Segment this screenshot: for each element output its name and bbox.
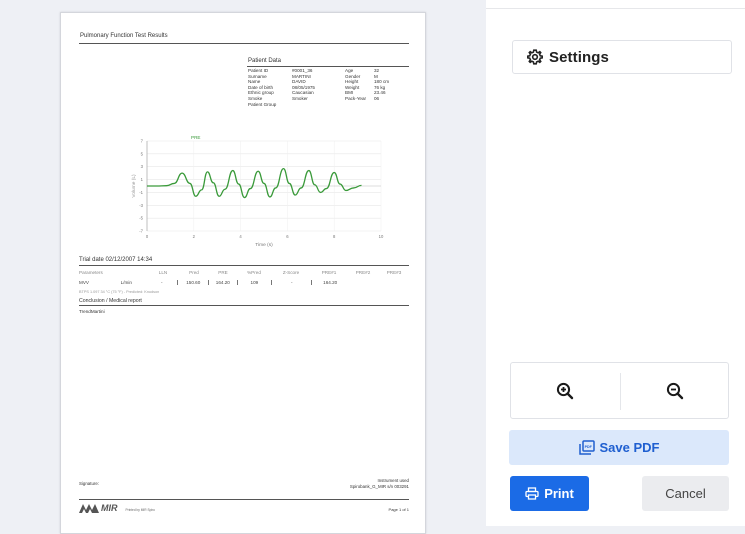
x-tick-label: 10 <box>379 234 384 239</box>
x-tick-label: 4 <box>239 234 242 239</box>
signature-label: Signature: <box>79 481 100 486</box>
patient-field-label: Patient Group <box>248 101 277 107</box>
parameters-row: MVV L/min -150.60 164.20 109-164.20 <box>79 277 409 287</box>
legend-label: PRE <box>191 135 200 140</box>
save-pdf-label: Save PDF <box>599 440 660 455</box>
column-header: PRE#1 <box>321 269 337 275</box>
svg-text:PDF: PDF <box>584 445 592 449</box>
column-header: Z-Score <box>282 269 300 275</box>
patient-data-heading: Patient Data <box>248 58 282 64</box>
column-header: PRE#3 <box>386 269 402 275</box>
report-page: Pulmonary Function Test Results Patient … <box>60 12 426 534</box>
instrument-value: Spirobank_G_MIR s/n 003291 <box>349 484 409 489</box>
mir-logo-mark <box>79 504 99 513</box>
column-header: LLN <box>158 269 168 275</box>
zoom-in-icon <box>556 382 574 399</box>
btps-note: BTPS 1.097 34 °C (75 °F) - Predicted: Kn… <box>79 290 160 294</box>
cancel-label: Cancel <box>665 486 706 501</box>
table-cell: 164.20 <box>311 279 347 285</box>
table-cell: 109 <box>236 279 271 285</box>
instrument-info: Instrument used Spirobank_G_MIR s/n 0032… <box>350 478 409 490</box>
table-cell: - <box>271 279 311 285</box>
y-tick-label: 1 <box>141 177 144 182</box>
side-panel-top-border <box>486 8 745 9</box>
column-header: PRE#2 <box>355 269 371 275</box>
settings-label: Settings <box>549 48 609 66</box>
y-tick-label: -5 <box>139 216 143 221</box>
volume-time-chart: 7 5 3 1 -1 -3 -5 -70 2 4 6 8 10 Time (s) Volume (L) PRE <box>131 135 384 248</box>
patient-data-row: Patient Group <box>248 102 398 108</box>
conclusion-divider <box>79 305 409 306</box>
settings-button[interactable]: Settings <box>512 40 732 74</box>
x-tick-label: 2 <box>193 234 196 239</box>
save-pdf-button[interactable]: PDF Save PDF <box>509 430 729 465</box>
zoom-out-icon <box>666 382 684 399</box>
patient-data-table: Patient ID #0001_36 Age 32 Surname MARTINI Gen… <box>248 68 398 107</box>
x-tick-label: 8 <box>333 234 336 239</box>
footer-divider <box>79 499 409 500</box>
report-title: Pulmonary Function Test Results <box>80 33 168 39</box>
y-axis-label: Volume (L) <box>131 174 137 198</box>
y-tick-label: -1 <box>139 190 143 195</box>
parameters-table: Parameters LLN Pred PRE %Pred Z-Score PRE#1 PRE… <box>79 267 409 287</box>
column-header: Pred <box>189 269 199 275</box>
trial-date: Trial date 02/12/2007 14:34 <box>79 257 153 263</box>
zoom-out-button[interactable] <box>621 363 729 418</box>
zoom-controls <box>510 362 729 419</box>
y-tick-label: -3 <box>139 203 143 208</box>
patient-field-value <box>374 102 398 108</box>
y-tick-label: 7 <box>141 139 144 144</box>
printer-icon <box>525 487 539 500</box>
printed-by: Printed by MIR Spiro <box>125 508 155 512</box>
table-cell: L/min <box>120 279 132 285</box>
conclusion-heading: Conclusion / Medical report <box>79 298 142 304</box>
x-tick-label: 6 <box>286 234 289 239</box>
table-cell: - <box>160 279 163 285</box>
y-tick-label: 3 <box>141 164 144 169</box>
y-tick-label: 5 <box>141 151 144 156</box>
trial-divider <box>79 265 409 266</box>
patient-field-label <box>345 102 374 108</box>
pdf-file-icon: PDF <box>578 440 595 455</box>
column-header: %Pred <box>247 269 261 275</box>
patient-data-divider <box>247 66 409 67</box>
print-label: Print <box>544 486 574 501</box>
table-cell: MVV <box>79 279 89 285</box>
print-preview-area: Pulmonary Function Test Results Patient … <box>0 0 486 534</box>
x-tick-label: 0 <box>146 234 149 239</box>
y-tick-label: -7 <box>139 229 143 234</box>
table-cell: 150.60 <box>177 279 208 285</box>
gear-icon <box>527 49 543 65</box>
title-divider <box>79 43 409 44</box>
table-cell: 164.20 <box>208 279 237 285</box>
page-number: Page 1 of 1 <box>388 507 409 512</box>
print-button[interactable]: Print <box>510 476 589 511</box>
column-header: Parameters <box>79 269 103 275</box>
conclusion-text: TrendMartini <box>79 309 105 314</box>
logo-text: MIR <box>101 503 118 513</box>
cancel-button[interactable]: Cancel <box>642 476 729 511</box>
mir-logo: MIR Printed by MIR Spiro <box>79 503 155 513</box>
parameters-header-row: Parameters LLN Pred PRE %Pred Z-Score PRE#1 PRE… <box>79 267 409 277</box>
series-line-pre <box>147 167 362 199</box>
patient-field-value <box>292 102 345 108</box>
zoom-in-button[interactable] <box>511 363 619 418</box>
column-header: PRE <box>218 269 228 275</box>
x-axis-label: Time (s) <box>255 242 273 248</box>
